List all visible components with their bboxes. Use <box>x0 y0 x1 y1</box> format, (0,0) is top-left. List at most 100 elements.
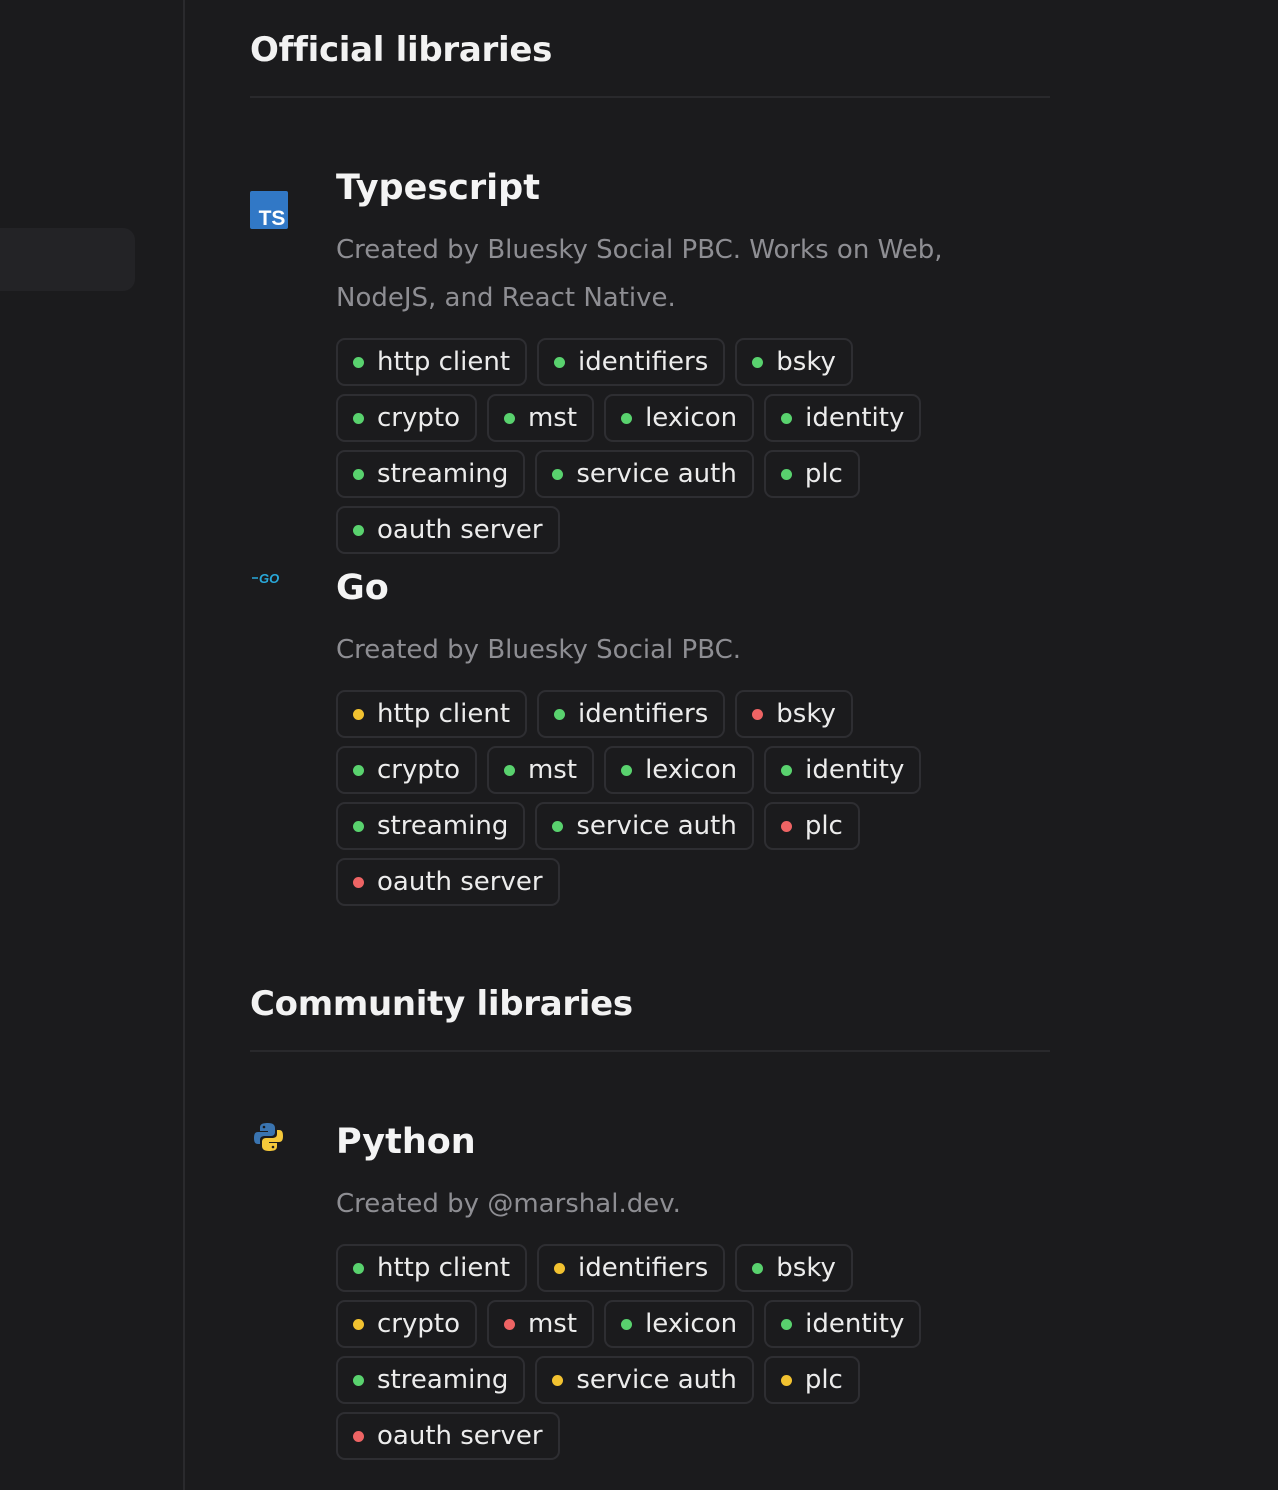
status-dot-yellow <box>780 1374 792 1386</box>
tag-streaming: streaming <box>336 450 526 498</box>
tag-lexicon: lexicon <box>604 394 755 442</box>
status-dot-green <box>353 1262 364 1274</box>
tag-bsky: bsky <box>735 338 853 386</box>
tag-list: http client identifiers bsky crypto mst lexic… <box>336 690 996 906</box>
tag-label: http client <box>377 1253 511 1283</box>
tag-label: bsky <box>776 1253 836 1283</box>
python-icon <box>250 1120 288 1158</box>
status-dot-green <box>781 1318 793 1330</box>
tag-identity: identity <box>764 394 922 442</box>
tag-label: identity <box>805 755 905 785</box>
tag-plc: plc <box>763 1356 860 1404</box>
tag-mst: mst <box>486 746 595 794</box>
community-libraries-heading: Community libraries <box>250 984 633 1024</box>
tag-label: oauth server <box>377 515 543 545</box>
status-dot-green <box>353 412 364 424</box>
tag-label: crypto <box>377 403 460 433</box>
tag-label: lexicon <box>645 755 738 785</box>
tag-label: lexicon <box>645 1309 738 1339</box>
tag-http-client: http client <box>336 690 528 738</box>
tag-streaming: streaming <box>336 802 526 850</box>
tag-label: streaming <box>377 1365 509 1395</box>
tag-service-auth: service auth <box>535 450 754 498</box>
tag-plc: plc <box>763 450 860 498</box>
library-name: Go <box>336 568 389 608</box>
status-dot-green <box>752 1262 764 1274</box>
tag-label: mst <box>527 403 578 433</box>
tag-label: service auth <box>576 811 737 841</box>
tag-lexicon: lexicon <box>604 1300 755 1348</box>
tag-label: identity <box>805 403 905 433</box>
status-dot-green <box>752 356 764 368</box>
tag-label: streaming <box>377 459 509 489</box>
library-description: Created by Bluesky Social PBC. <box>336 635 742 665</box>
tag-label: http client <box>377 347 511 377</box>
status-dot-green <box>552 820 564 832</box>
status-dot-green <box>621 412 633 424</box>
tag-crypto: crypto <box>336 1300 477 1348</box>
tag-http-client: http client <box>336 338 528 386</box>
tag-label: plc <box>804 1365 843 1395</box>
sidebar-item-active[interactable] <box>0 228 135 291</box>
status-dot-green <box>353 820 364 832</box>
status-dot-green <box>353 764 364 776</box>
go-icon: GO <box>250 564 288 602</box>
tag-label: service auth <box>576 459 737 489</box>
tag-label: plc <box>804 811 843 841</box>
divider <box>250 1050 1050 1052</box>
tag-label: identifiers <box>578 699 709 729</box>
official-libraries-heading: Official libraries <box>250 30 553 70</box>
status-dot-green <box>353 1374 364 1386</box>
status-dot-red <box>780 820 792 832</box>
tag-label: streaming <box>377 811 509 841</box>
status-dot-yellow <box>554 1262 566 1274</box>
tag-label: mst <box>527 755 578 785</box>
status-dot-yellow <box>353 708 364 720</box>
tag-identifiers: identifiers <box>537 690 726 738</box>
library-description: Created by @marshal.dev. <box>336 1189 681 1219</box>
tag-oauth-server: oauth server <box>336 1412 560 1460</box>
tag-service-auth: service auth <box>535 1356 754 1404</box>
tag-label: mst <box>527 1309 578 1339</box>
tag-label: crypto <box>377 1309 460 1339</box>
tag-list: http client identifiers bsky crypto mst lexic… <box>336 338 996 554</box>
tag-label: identity <box>805 1309 905 1339</box>
tag-label: plc <box>804 459 843 489</box>
sidebar <box>0 0 185 1490</box>
status-dot-yellow <box>353 1318 364 1330</box>
typescript-icon: TS <box>250 191 288 230</box>
status-dot-red <box>503 1318 515 1330</box>
status-dot-green <box>353 356 364 368</box>
tag-identifiers: identifiers <box>537 338 726 386</box>
tag-label: bsky <box>776 699 836 729</box>
library-name: Python <box>336 1122 476 1162</box>
tag-oauth-server: oauth server <box>336 506 560 554</box>
tag-label: identifiers <box>578 347 709 377</box>
tag-list: http client identifiers bsky crypto mst lexic… <box>336 1244 996 1460</box>
status-dot-green <box>353 524 364 536</box>
status-dot-red <box>752 708 764 720</box>
status-dot-green <box>552 468 564 480</box>
library-description: Created by Bluesky Social PBC. Works on … <box>336 235 943 313</box>
tag-service-auth: service auth <box>535 802 754 850</box>
tag-label: lexicon <box>645 403 738 433</box>
status-dot-green <box>554 356 566 368</box>
library-name: Typescript <box>336 168 540 208</box>
tag-crypto: crypto <box>336 394 477 442</box>
tag-label: oauth server <box>377 1421 543 1451</box>
svg-text:TS: TS <box>259 207 286 229</box>
tag-label: oauth server <box>377 867 543 897</box>
status-dot-green <box>621 1318 633 1330</box>
tag-identity: identity <box>764 1300 922 1348</box>
tag-label: service auth <box>576 1365 737 1395</box>
svg-text:GO: GO <box>259 571 279 586</box>
status-dot-green <box>503 412 515 424</box>
status-dot-yellow <box>552 1374 564 1386</box>
tag-mst: mst <box>486 1300 595 1348</box>
tag-label: http client <box>377 699 511 729</box>
tag-lexicon: lexicon <box>604 746 755 794</box>
tag-bsky: bsky <box>735 1244 853 1292</box>
tag-mst: mst <box>486 394 595 442</box>
status-dot-green <box>781 412 793 424</box>
status-dot-red <box>353 876 364 888</box>
